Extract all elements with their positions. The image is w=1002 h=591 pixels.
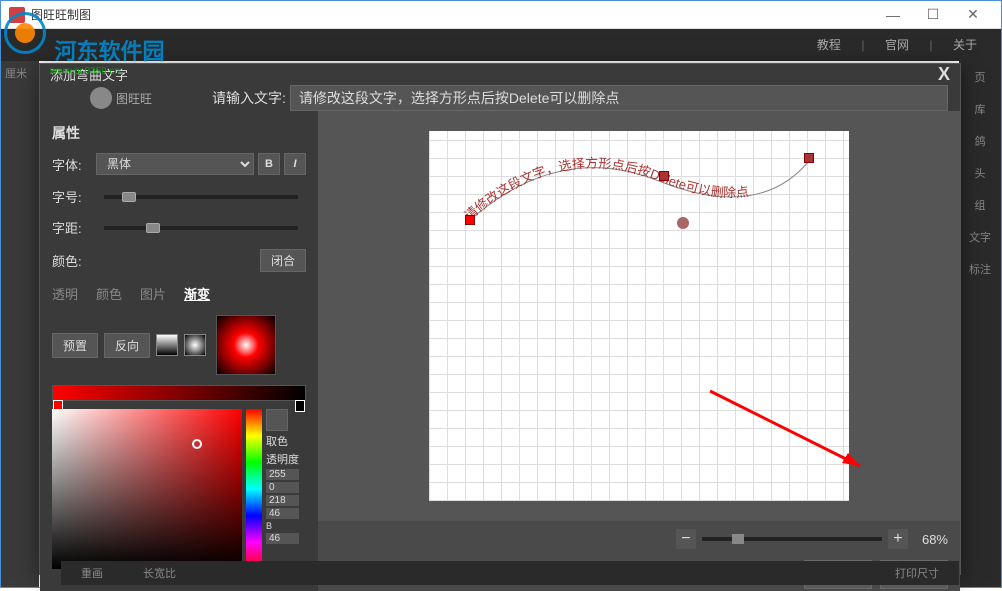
gradient-preview	[216, 315, 276, 375]
sidebar-item[interactable]: 鸽	[959, 125, 1001, 157]
spacing-label: 字距:	[52, 218, 96, 237]
bold-button[interactable]: B	[258, 153, 280, 175]
hue-slider[interactable]	[246, 409, 262, 569]
tab-image[interactable]: 图片	[140, 284, 166, 303]
curve-control-point[interactable]	[677, 217, 689, 229]
eyedropper-button[interactable]	[266, 409, 288, 431]
nav-official[interactable]: 官网	[885, 38, 909, 52]
saturation-value-picker[interactable]	[52, 409, 242, 569]
properties-panel: 属性 字体: 黑体 B I 字号: 字距:	[40, 111, 318, 591]
color-label: 颜色:	[52, 251, 96, 270]
dialog-title: 添加弯曲文字	[50, 65, 938, 84]
b2-value[interactable]: 46	[266, 533, 299, 544]
left-ruler-area: 厘米	[1, 61, 39, 587]
b-value[interactable]: 218	[266, 495, 299, 506]
bottom-item[interactable]: 重画	[81, 565, 103, 581]
size-label: 字号:	[52, 187, 96, 206]
minimize-button[interactable]: —	[873, 1, 913, 29]
spacing-slider[interactable]	[104, 226, 298, 230]
curved-text-dialog: 添加弯曲文字 X 图旺旺 请输入文字: 属性 字体: 黑体 B	[39, 63, 961, 575]
eyedrop-label: 取色	[266, 433, 299, 449]
bottom-strip: 重画 长宽比 打印尺寸	[61, 561, 959, 585]
sidebar-item[interactable]: 组	[959, 189, 1001, 221]
reverse-button[interactable]: 反向	[104, 333, 150, 358]
tab-transparent[interactable]: 透明	[52, 284, 78, 303]
dialog-close-button[interactable]: X	[938, 64, 950, 85]
preset-button[interactable]: 预置	[52, 333, 98, 358]
props-section-title: 属性	[40, 119, 318, 147]
font-label: 字体:	[52, 155, 96, 174]
zoom-out-button[interactable]: −	[676, 529, 696, 549]
opacity-label: 透明度	[266, 451, 299, 467]
zoom-value: 68%	[922, 532, 948, 547]
sidebar-item[interactable]: 文字	[959, 221, 1001, 253]
close-shape-button[interactable]: 闭合	[260, 249, 306, 272]
zoom-in-button[interactable]: +	[888, 529, 908, 549]
gradient-stop[interactable]	[295, 400, 305, 412]
curved-text-content: 请修改这段文字，选择方形点后按Delete可以删除点	[461, 156, 749, 224]
curve-handle[interactable]	[465, 215, 475, 225]
r-value[interactable]: 255	[266, 469, 299, 480]
bottom-item[interactable]: 打印尺寸	[895, 565, 939, 581]
bottom-item[interactable]: 长宽比	[143, 565, 176, 581]
font-select[interactable]: 黑体	[96, 153, 254, 175]
right-sidebar: 页 库 鸽 头 组 文字 标注	[959, 61, 1001, 587]
brand-logo: 图旺旺	[90, 87, 152, 109]
gradient-type-radial[interactable]	[184, 334, 206, 356]
maximize-button[interactable]: ☐	[913, 1, 953, 29]
curve-handle[interactable]	[659, 171, 669, 181]
tab-color[interactable]: 颜色	[96, 284, 122, 303]
preview-canvas[interactable]: 请修改这段文字，选择方形点后按Delete可以删除点	[429, 131, 849, 501]
curve-handle[interactable]	[804, 153, 814, 163]
nav-tutorial[interactable]: 教程	[817, 38, 841, 52]
close-button[interactable]: ✕	[953, 1, 993, 29]
watermark-text: 河东软件园	[54, 39, 164, 64]
text-input-label: 请输入文字:	[212, 88, 286, 108]
g-value[interactable]: 0	[266, 482, 299, 493]
watermark: 河东软件园 www.pc0359.cn	[4, 12, 164, 77]
sidebar-item[interactable]: 库	[959, 93, 1001, 125]
tab-gradient[interactable]: 渐变	[184, 284, 210, 303]
zoom-slider[interactable]	[702, 537, 882, 541]
gradient-type-linear[interactable]	[156, 334, 178, 356]
gradient-bar[interactable]	[52, 385, 306, 401]
nav-about[interactable]: 关于	[953, 38, 977, 52]
sidebar-item[interactable]: 页	[959, 61, 1001, 93]
watermark-logo-icon	[4, 12, 46, 54]
watermark-url: www.pc0359.cn	[50, 66, 164, 77]
brand-icon	[90, 87, 112, 109]
italic-button[interactable]: I	[284, 153, 306, 175]
a-value[interactable]: 46	[266, 508, 299, 519]
text-input[interactable]	[290, 85, 948, 111]
sv-cursor[interactable]	[192, 439, 202, 449]
sidebar-item[interactable]: 头	[959, 157, 1001, 189]
sidebar-item[interactable]: 标注	[959, 253, 1001, 285]
svg-text:请修改这段文字，选择方形点后按Delete可以删除点: 请修改这段文字，选择方形点后按Delete可以删除点	[461, 156, 749, 224]
size-slider[interactable]	[104, 195, 298, 199]
